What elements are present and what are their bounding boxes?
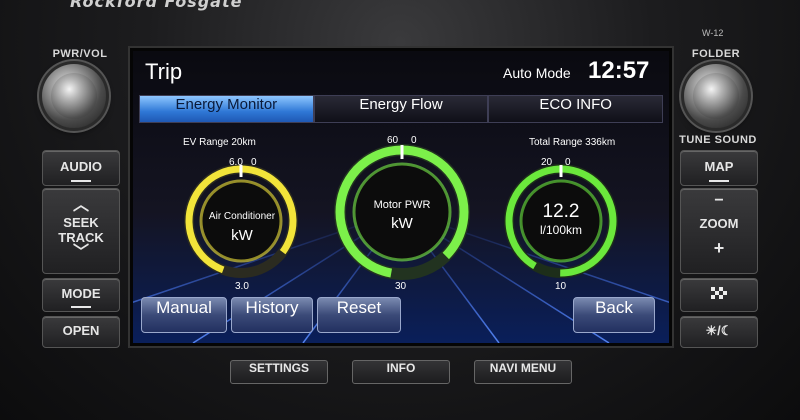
motor-gauge-min: 30 [395,281,407,292]
mode-button[interactable]: MODE [42,278,120,312]
audio-button[interactable]: AUDIO [42,150,120,186]
reset-button[interactable]: Reset [317,297,401,333]
open-button-label: OPEN [62,323,100,338]
zoom-label: ZOOM [699,216,739,231]
map-button-label: MAP [704,159,734,174]
ev-range-heading: EV Range 20km [183,137,256,148]
ac-gauge-name: Air Conditioner [208,211,276,222]
info-button[interactable]: INFO [352,360,450,384]
chevron-up-icon: ︿ [72,197,89,214]
zoom-minus-icon: − [714,192,724,209]
settings-button[interactable]: SETTINGS [230,360,328,384]
tab-energy-monitor[interactable]: Energy Monitor [139,95,314,123]
pwr-vol-label: PWR/VOL [52,48,108,60]
motor-power-gauge [334,144,470,280]
track-label: TRACK [58,230,104,245]
mode-button-label: MODE [61,286,101,301]
page-title: Trip [145,59,183,84]
seek-label: SEEK [63,215,99,230]
auto-mode-label: Auto Mode [503,65,571,81]
brand-logo: Rockford Fosgate [70,0,243,11]
display-screen: Trip Auto Mode 12:57 Energy Monitor Ener… [130,48,672,346]
tab-eco-info[interactable]: ECO INFO [488,95,664,123]
motor-gauge-max: 60 [387,135,399,146]
fuel-gauge-min: 10 [555,281,567,292]
ac-gauge-max: 6.0 [229,157,243,168]
ac-gauge-min: 3.0 [235,281,249,292]
open-button[interactable]: OPEN [42,316,120,348]
chevron-down-icon: ﹀ [72,244,89,261]
day-night-icon: ☀/☾ [705,323,733,338]
history-button[interactable]: History [231,297,313,333]
flag-button[interactable] [680,278,758,312]
day-night-button[interactable]: ☀/☾ [680,316,758,348]
navi-menu-button[interactable]: NAVI MENU [474,360,572,384]
tab-bar: Energy Monitor Energy Flow ECO INFO [139,95,664,123]
back-button[interactable]: Back [573,297,655,333]
tune-folder-knob[interactable] [684,64,748,128]
pwr-vol-knob[interactable] [42,64,106,128]
fuel-gauge-max: 20 [541,157,553,168]
tune-sound-label: TUNE SOUND [679,134,757,146]
manual-button[interactable]: Manual [141,297,227,333]
seek-track-button[interactable]: ︿ SEEK TRACK ﹀ [42,188,120,274]
status-bar: Trip Auto Mode 12:57 [133,51,669,93]
ac-gauge-unit: kW [231,227,253,244]
mode-indicator [71,306,91,308]
map-indicator [709,180,729,182]
folder-label: FOLDER [691,48,741,60]
tab-energy-flow[interactable]: Energy Flow [313,95,489,123]
clock: 12:57 [588,57,650,84]
model-label: W-12 [702,28,724,38]
fuel-gauge-zero: 0 [565,157,571,168]
head-unit-bezel: Rockford Fosgate W-12 PWR/VOL AUDIO ︿ SE… [0,0,800,420]
map-button[interactable]: MAP [680,150,758,186]
audio-button-label: AUDIO [60,159,102,174]
audio-indicator [71,180,91,182]
zoom-plus-icon: + [713,238,725,258]
checkered-flag-icon [711,287,727,299]
motor-gauge-unit: kW [391,215,413,232]
total-range-heading: Total Range 336km [529,137,616,148]
fuel-gauge-value: 12.2 [542,201,580,222]
ac-gauge-zero: 0 [251,157,257,168]
motor-gauge-zero: 0 [411,135,417,146]
zoom-button[interactable]: − ZOOM + [680,188,758,274]
motor-gauge-name: Motor PWR [373,199,431,211]
fuel-gauge-unit: l/100km [539,223,583,237]
